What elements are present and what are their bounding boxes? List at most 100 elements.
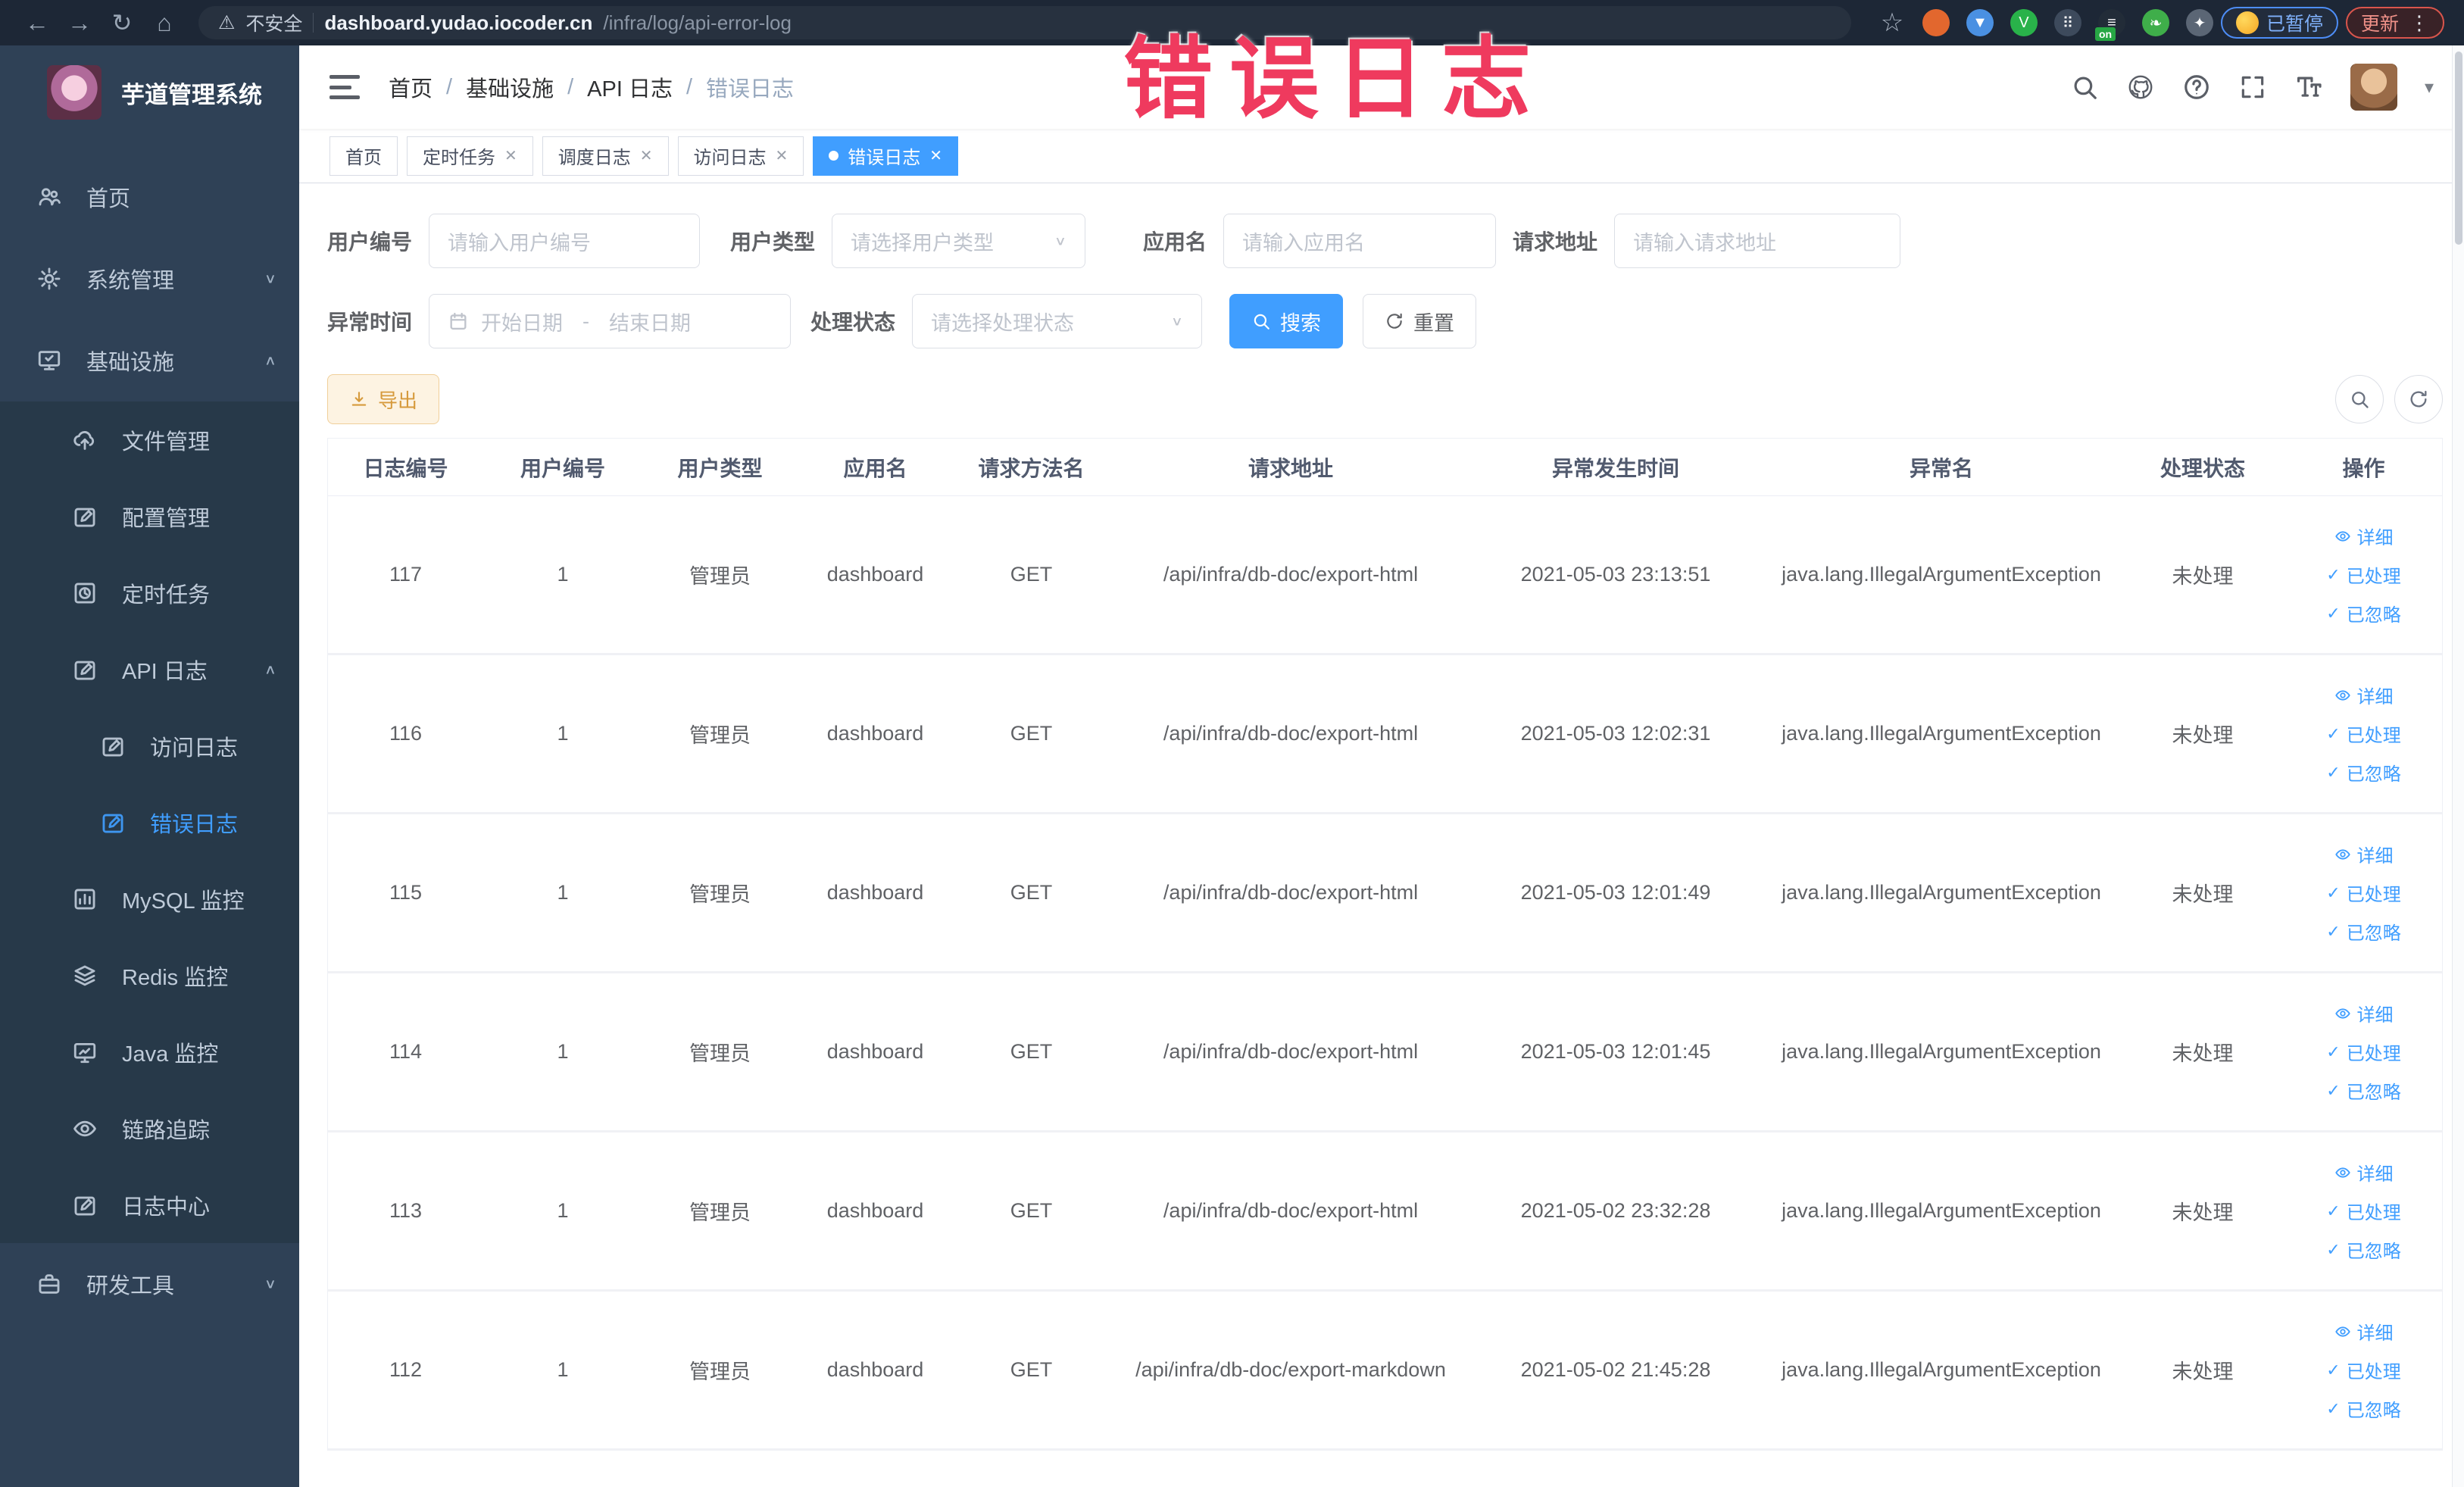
puzzle-extension-icon[interactable]: ✦ (2185, 9, 2213, 36)
app-logo[interactable]: 芋道管理系统 (0, 45, 299, 135)
detail-link[interactable]: 详细 (2334, 1318, 2394, 1345)
log-id-cell: 113 (389, 1199, 423, 1222)
fullscreen-icon[interactable] (2238, 73, 2267, 102)
request-url-input[interactable]: 请输入请求地址 (1614, 214, 1901, 268)
ignored-link[interactable]: ✓ 已忽略 (2326, 1077, 2400, 1104)
action-label: 已忽略 (2346, 923, 2401, 944)
sidebar-item-错误日志[interactable]: 错误日志 (0, 784, 299, 861)
sidebar-item-研发工具[interactable]: 研发工具 ∨ (0, 1243, 299, 1325)
export-button[interactable]: 导出 (327, 374, 440, 424)
log-center-icon (72, 1192, 102, 1218)
sidebar-item-Java-监控[interactable]: Java 监控 (0, 1014, 299, 1090)
page-scrollbar[interactable] (2452, 45, 2464, 1487)
tab-label: 首页 (345, 148, 382, 168)
paused-extension-badge[interactable]: 已暂停 (2220, 7, 2338, 39)
reset-button[interactable]: 重置 (1363, 294, 1477, 348)
processed-link[interactable]: ✓ 已处理 (2326, 879, 2400, 906)
close-icon[interactable]: ✕ (929, 146, 942, 165)
sidebar-item-MySQL-监控[interactable]: MySQL 监控 (0, 861, 299, 937)
sidebar-item-访问日志[interactable]: 访问日志 (0, 708, 299, 784)
breadcrumb-item[interactable]: API 日志 (587, 71, 673, 103)
method-cell: GET (1010, 881, 1053, 904)
sidebar-item-Redis-监控[interactable]: Redis 监控 (0, 937, 299, 1014)
sidebar-item-文件管理[interactable]: 文件管理 (0, 401, 299, 478)
detail-link[interactable]: 详细 (2334, 1159, 2394, 1186)
scrollbar-thumb[interactable] (2455, 52, 2462, 245)
sidebar-item-日志中心[interactable]: 日志中心 (0, 1167, 299, 1243)
sidebar-item-链路追踪[interactable]: 链路追踪 (0, 1090, 299, 1167)
browser-back-button[interactable]: ← (20, 9, 55, 37)
avatar-caret-down-icon[interactable]: ▾ (2425, 77, 2434, 98)
action-label: 已忽略 (2346, 1082, 2401, 1103)
browser-update-button[interactable]: 更新 ⋮ (2345, 7, 2444, 39)
switch-on-extension-icon[interactable]: ≡ on (2094, 9, 2125, 41)
adblock-extension-icon[interactable] (1922, 9, 1950, 36)
tab-定时任务[interactable]: 定时任务 ✕ (407, 136, 533, 176)
processed-link[interactable]: ✓ 已处理 (2326, 720, 2400, 747)
close-icon[interactable]: ✕ (776, 146, 789, 165)
tab-错误日志[interactable]: 错误日志 ✕ (813, 136, 959, 176)
sidebar-menu: 首页 系统管理 ∨ 基础设施 ∧ 文件管理 配置管理 定时任务 API 日志 ∧ 访问日志 错误日志 M… (0, 156, 299, 1325)
font-size-icon[interactable] (2294, 73, 2323, 102)
close-icon[interactable]: ✕ (640, 146, 653, 165)
ignored-link[interactable]: ✓ 已忽略 (2326, 1236, 2400, 1263)
app-name-input[interactable]: 请输入应用名 (1223, 214, 1497, 268)
browser-menu-icon[interactable]: ⋮ (2409, 11, 2429, 35)
processed-link[interactable]: ✓ 已处理 (2326, 1039, 2400, 1065)
ignored-link[interactable]: ✓ 已忽略 (2326, 1395, 2400, 1422)
sidebar-collapse-icon[interactable] (329, 75, 360, 99)
log-id-cell: 114 (389, 1040, 423, 1063)
browser-reload-button[interactable]: ↻ (105, 8, 139, 37)
bookmark-star-icon[interactable]: ☆ (1878, 8, 1906, 37)
sidebar-item-基础设施[interactable]: 基础设施 ∧ (0, 320, 299, 401)
action-label: 详细 (2356, 528, 2394, 548)
detail-link[interactable]: 详细 (2334, 523, 2394, 549)
search-icon[interactable] (2070, 73, 2099, 102)
address-bar[interactable]: ⚠ 不安全 dashboard.yudao.iocoder.cn/infra/l… (198, 6, 1851, 39)
tab-访问日志[interactable]: 访问日志 ✕ (677, 136, 804, 176)
user-type-select[interactable]: 请选择用户类型 ∨ (832, 214, 1086, 268)
ignored-link[interactable]: ✓ 已忽略 (2326, 759, 2400, 786)
sidebar-item-首页[interactable]: 首页 (0, 156, 299, 238)
calendar-icon (448, 311, 469, 332)
processed-link[interactable]: ✓ 已处理 (2326, 1357, 2400, 1383)
user-id-input[interactable]: 请输入用户编号 (429, 214, 701, 268)
extension-on-badge: on (2094, 27, 2116, 41)
breadcrumb-item[interactable]: 基础设施 (466, 71, 554, 103)
tab-调度日志[interactable]: 调度日志 ✕ (542, 136, 669, 176)
processed-link[interactable]: ✓ 已处理 (2326, 1198, 2400, 1224)
table-row: 117 1 管理员 dashboard GET/api/infra/db-doc/exp… (328, 496, 2442, 655)
user-id-cell: 1 (557, 1358, 569, 1381)
search-button[interactable]: 搜索 (1229, 294, 1344, 348)
detail-link[interactable]: 详细 (2334, 682, 2394, 708)
sidebar-item-配置管理[interactable]: 配置管理 (0, 478, 299, 555)
process-status-select[interactable]: 请选择处理状态 ∨ (912, 294, 1203, 348)
sidebar-item-API-日志[interactable]: API 日志 ∧ (0, 631, 299, 708)
sidebar-item-系统管理[interactable]: 系统管理 ∨ (0, 238, 299, 320)
leaf-extension-icon[interactable]: ❧ (2141, 9, 2169, 36)
log-id-cell: 116 (389, 722, 423, 745)
processed-link[interactable]: ✓ 已处理 (2326, 561, 2400, 588)
toggle-search-button[interactable] (2335, 375, 2384, 423)
detail-link[interactable]: 详细 (2334, 841, 2394, 867)
tab-首页[interactable]: 首页 (329, 136, 398, 176)
browser-home-button[interactable]: ⌂ (147, 9, 182, 37)
exception-time-range-picker[interactable]: 开始日期 - 结束日期 (429, 294, 792, 348)
v-extension-icon[interactable]: V (2010, 9, 2038, 36)
sidebar-item-定时任务[interactable]: 定时任务 (0, 555, 299, 631)
filter-row-2: 异常时间 开始日期 - 结束日期 处理状态 请选择处理状态 ∨ 搜索 重置 (327, 294, 2443, 348)
close-icon[interactable]: ✕ (504, 146, 517, 165)
browser-extensions: ☆ ▼ V ⠿ ≡ on ❧ ✦ (1878, 8, 2213, 41)
browser-forward-button[interactable]: → (62, 9, 97, 37)
shield-extension-icon[interactable]: ▼ (1966, 9, 1994, 36)
refresh-table-button[interactable] (2394, 375, 2443, 423)
ignored-link[interactable]: ✓ 已忽略 (2326, 600, 2400, 626)
breadcrumb-item[interactable]: 首页 (389, 71, 433, 103)
github-icon[interactable] (2126, 73, 2155, 102)
grid-extension-icon[interactable]: ⠿ (2053, 9, 2081, 36)
detail-link[interactable]: 详细 (2334, 1000, 2394, 1026)
table-row: 114 1 管理员 dashboard GET/api/infra/db-doc/exp… (328, 973, 2442, 1132)
user-avatar[interactable] (2350, 64, 2397, 111)
ignored-link[interactable]: ✓ 已忽略 (2326, 918, 2400, 945)
help-icon[interactable] (2182, 73, 2211, 102)
